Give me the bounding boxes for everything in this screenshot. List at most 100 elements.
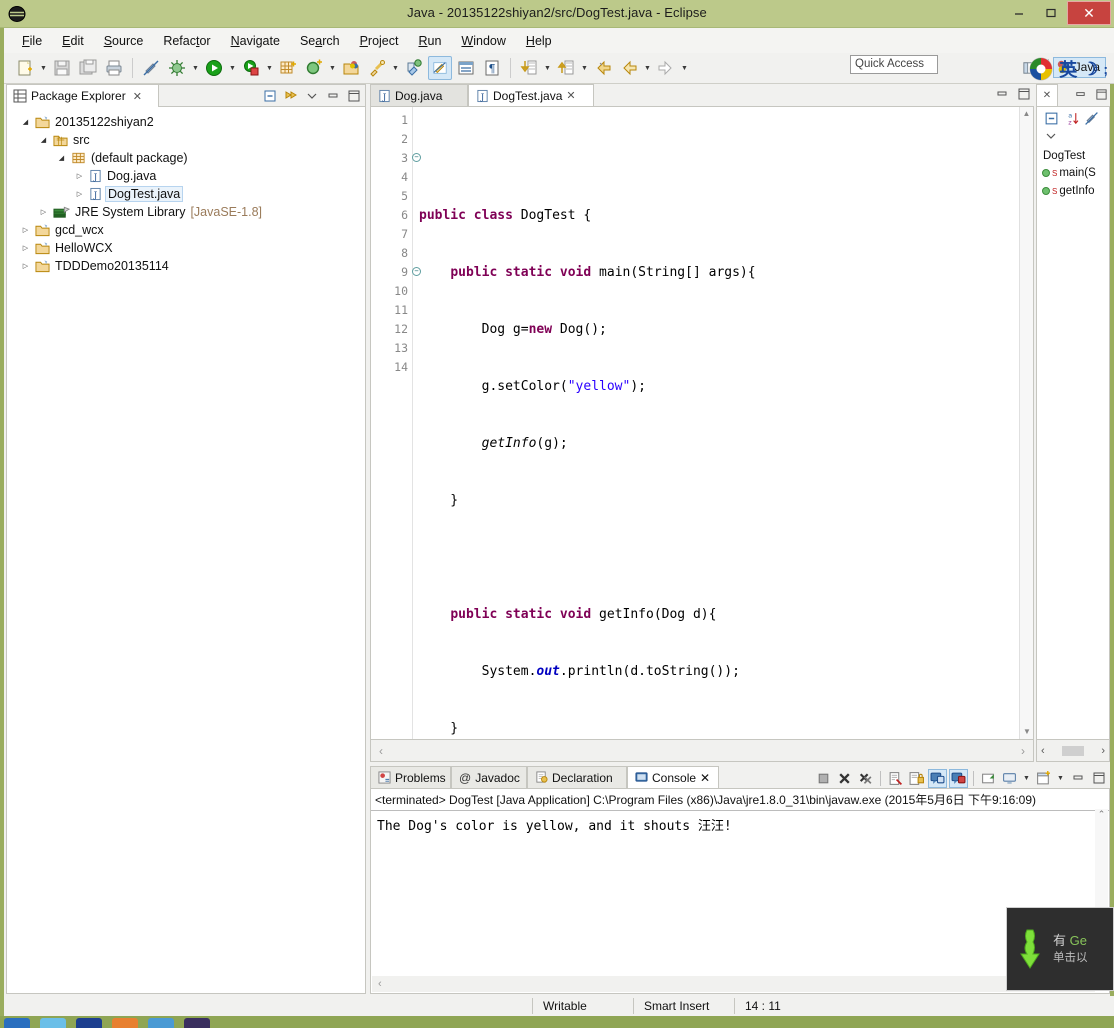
- tree-item-project-20135122shiyan2[interactable]: ◢ 20135122shiyan2: [11, 113, 365, 131]
- tab-declaration[interactable]: Declaration: [527, 766, 627, 788]
- new-java-package-icon[interactable]: [276, 56, 300, 80]
- toggle-java-editor-icon[interactable]: [428, 56, 452, 80]
- maximize-icon[interactable]: [1089, 769, 1108, 788]
- collapse-all-icon[interactable]: [1043, 110, 1059, 126]
- code-editor[interactable]: 1 2 3− 4 5 6 7 8 9− 10 11 12 13 14 publi…: [370, 106, 1034, 740]
- tab-console[interactable]: Console ✕: [627, 766, 719, 788]
- tree-item-dog-java[interactable]: ▷ J Dog.java: [11, 167, 365, 185]
- show-console-on-output-icon[interactable]: [928, 768, 947, 788]
- display-console-icon[interactable]: [1000, 769, 1019, 788]
- menu-run[interactable]: Run: [408, 31, 451, 51]
- open-console-icon[interactable]: [1034, 769, 1053, 788]
- console-output-area[interactable]: <terminated> DogTest [Java Application] …: [370, 788, 1110, 994]
- close-icon[interactable]: ✕: [133, 90, 142, 103]
- clear-console-icon[interactable]: [886, 769, 905, 788]
- tree-item-dogtest-java[interactable]: ▷ J DogTest.java: [11, 185, 365, 203]
- tree-item-project-tdddemo20135114[interactable]: ▷ TDDDemo20135114: [11, 257, 365, 275]
- tab-outline[interactable]: ✕: [1036, 84, 1058, 106]
- remove-all-launches-icon[interactable]: [856, 769, 875, 788]
- chevron-right-icon[interactable]: ▷: [19, 226, 32, 234]
- console-horizontal-scrollbar[interactable]: ‹: [372, 976, 1095, 992]
- open-console-dropdown-icon[interactable]: ▼: [1055, 767, 1066, 789]
- forward-history-icon[interactable]: [617, 56, 641, 80]
- search-icon[interactable]: [365, 56, 389, 80]
- run-icon[interactable]: [202, 56, 226, 80]
- scroll-left-icon[interactable]: ‹: [379, 744, 383, 758]
- hide-fields-icon[interactable]: [1083, 110, 1099, 126]
- chevron-right-icon[interactable]: ▷: [73, 190, 86, 198]
- chevron-right-icon[interactable]: ▷: [37, 208, 50, 216]
- chevron-down-icon[interactable]: ◢: [19, 118, 32, 126]
- debug-dropdown-icon[interactable]: ▼: [190, 57, 201, 79]
- scroll-right-icon[interactable]: ›: [1101, 745, 1105, 757]
- minimize-icon[interactable]: [325, 88, 341, 104]
- maximize-icon[interactable]: [1093, 86, 1109, 102]
- remove-launch-icon[interactable]: [835, 769, 854, 788]
- menu-navigate[interactable]: Navigate: [221, 31, 290, 51]
- back-icon[interactable]: [591, 56, 615, 80]
- tree-item-default-package[interactable]: ◢ (default package): [11, 149, 365, 167]
- taskbar-icon-3[interactable]: [76, 1018, 102, 1028]
- tab-problems[interactable]: Problems: [370, 766, 451, 788]
- ime-mode-label[interactable]: 英: [1059, 56, 1077, 82]
- open-type-icon[interactable]: [339, 56, 363, 80]
- minimize-icon[interactable]: [1072, 86, 1088, 102]
- minimize-icon[interactable]: [994, 86, 1010, 102]
- show-console-on-error-icon[interactable]: [949, 768, 968, 788]
- chevron-right-icon[interactable]: ▷: [73, 172, 86, 180]
- taskbar-icon-2[interactable]: [40, 1018, 66, 1028]
- ime-logo-icon[interactable]: [1028, 56, 1054, 82]
- scroll-right-icon[interactable]: ›: [1021, 744, 1025, 758]
- chevron-down-icon[interactable]: ◢: [37, 136, 50, 144]
- chevron-right-icon[interactable]: ▷: [19, 244, 32, 252]
- tree-item-project-gcd-wcx[interactable]: ▷ gcd_wcx: [11, 221, 365, 239]
- previous-annotation-icon[interactable]: [554, 56, 578, 80]
- chevron-down-icon[interactable]: ◢: [55, 154, 68, 162]
- search-dropdown-icon[interactable]: ▼: [390, 57, 401, 79]
- print-icon[interactable]: [102, 56, 126, 80]
- chevron-right-icon[interactable]: ▷: [19, 262, 32, 270]
- link-editor-icon[interactable]: [402, 56, 426, 80]
- collapse-all-icon[interactable]: [262, 88, 278, 104]
- editor-horizontal-scrollbar[interactable]: ‹ ›: [370, 740, 1034, 762]
- maximize-icon[interactable]: [1016, 86, 1032, 102]
- outline-item-getinfo[interactable]: S getInfo: [1037, 182, 1109, 200]
- view-menu-icon[interactable]: [304, 88, 320, 104]
- menu-search[interactable]: Search: [290, 31, 350, 51]
- taskbar-icon-5[interactable]: [148, 1018, 174, 1028]
- sort-icon[interactable]: az: [1063, 110, 1079, 126]
- outline-item-main[interactable]: S main(S: [1037, 164, 1109, 182]
- tab-javadoc[interactable]: @ Javadoc: [451, 766, 527, 788]
- save-all-icon[interactable]: [76, 56, 100, 80]
- new-java-class-icon[interactable]: [302, 56, 326, 80]
- scroll-lock-icon[interactable]: [907, 769, 926, 788]
- tree-item-src[interactable]: ◢ src: [11, 131, 365, 149]
- back-dropdown-icon[interactable]: ▼: [642, 57, 653, 79]
- scrollbar-thumb[interactable]: [1062, 745, 1084, 756]
- scroll-up-icon[interactable]: ▲: [1020, 107, 1033, 121]
- close-button[interactable]: ✕: [1067, 1, 1111, 25]
- menu-window[interactable]: Window: [451, 31, 515, 51]
- quick-access-input[interactable]: Quick Access: [850, 55, 938, 74]
- forward-icon[interactable]: [654, 56, 678, 80]
- menu-source[interactable]: Source: [94, 31, 154, 51]
- toggle-mark-occurrences-icon[interactable]: [139, 56, 163, 80]
- forward-dropdown-icon[interactable]: ▼: [679, 57, 690, 79]
- notification-popup[interactable]: 有 Ge 单击以: [1006, 907, 1114, 991]
- taskbar-icon-4[interactable]: [112, 1018, 138, 1028]
- editor-vertical-scrollbar[interactable]: ▲ ▼: [1019, 107, 1033, 739]
- close-icon[interactable]: ✕: [566, 89, 575, 102]
- new-wizard-dropdown-icon[interactable]: ▼: [38, 57, 49, 79]
- previous-annotation-dropdown-icon[interactable]: ▼: [579, 57, 590, 79]
- pin-console-icon[interactable]: [979, 769, 998, 788]
- terminate-icon[interactable]: [814, 769, 833, 788]
- maximize-icon[interactable]: [346, 88, 362, 104]
- save-icon[interactable]: [50, 56, 74, 80]
- menu-help[interactable]: Help: [516, 31, 562, 51]
- scroll-up-icon[interactable]: ⌃: [1095, 809, 1108, 820]
- menu-edit[interactable]: Edit: [52, 31, 94, 51]
- new-wizard-icon[interactable]: [13, 56, 37, 80]
- tab-package-explorer[interactable]: Package Explorer ✕: [7, 85, 159, 107]
- code-text[interactable]: public class DogTest { public static voi…: [419, 107, 1019, 739]
- scroll-left-icon[interactable]: ‹: [378, 978, 382, 990]
